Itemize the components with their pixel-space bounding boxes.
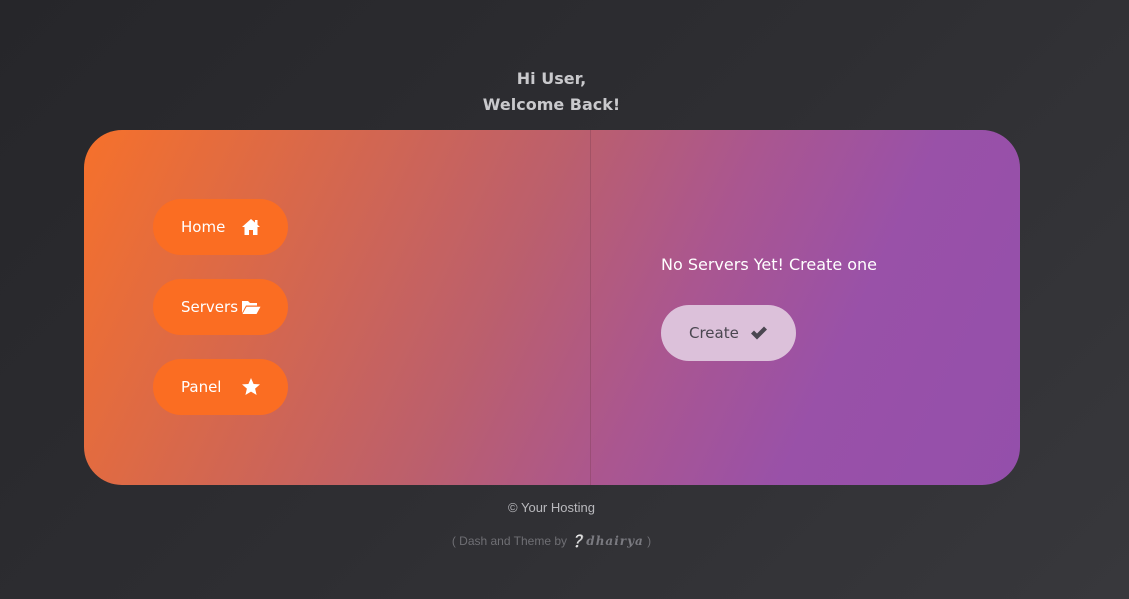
credit-suffix: ): [647, 534, 652, 548]
card-divider: [590, 130, 591, 485]
credit-prefix: ( Dash and Theme by: [451, 534, 567, 548]
sidebar-item-panel[interactable]: Panel: [153, 359, 288, 415]
sidebar-item-label: Servers: [181, 298, 239, 316]
empty-servers-message: No Servers Yet! Create one: [661, 255, 878, 274]
greeting-line-1: Hi User,: [516, 69, 587, 88]
credit-author-name: dhairya: [586, 534, 644, 548]
sidebar-item-home[interactable]: Home: [153, 199, 288, 255]
sidebar-item-label: Home: [181, 218, 226, 236]
footer-credit: ( Dash and Theme by ❔dhairya ): [0, 534, 1103, 548]
check-icon: [751, 326, 767, 340]
create-button-label: Create: [689, 324, 739, 342]
sidebar-item-servers[interactable]: Servers: [153, 279, 288, 335]
dashboard-card: Home Servers Panel No Servers Yet! Creat…: [84, 130, 1020, 485]
folder-open-icon: [242, 301, 261, 314]
credit-author: ❔dhairya: [570, 534, 644, 548]
greeting-line-2: Welcome Back!: [482, 95, 621, 114]
create-button[interactable]: Create: [661, 305, 796, 361]
home-icon: [242, 219, 260, 235]
footer-copyright: © Your Hosting: [508, 500, 595, 515]
star-icon: [242, 378, 260, 395]
sidebar-item-label: Panel: [181, 378, 222, 396]
welcome-greeting: Hi User, Welcome Back!: [0, 66, 1103, 118]
